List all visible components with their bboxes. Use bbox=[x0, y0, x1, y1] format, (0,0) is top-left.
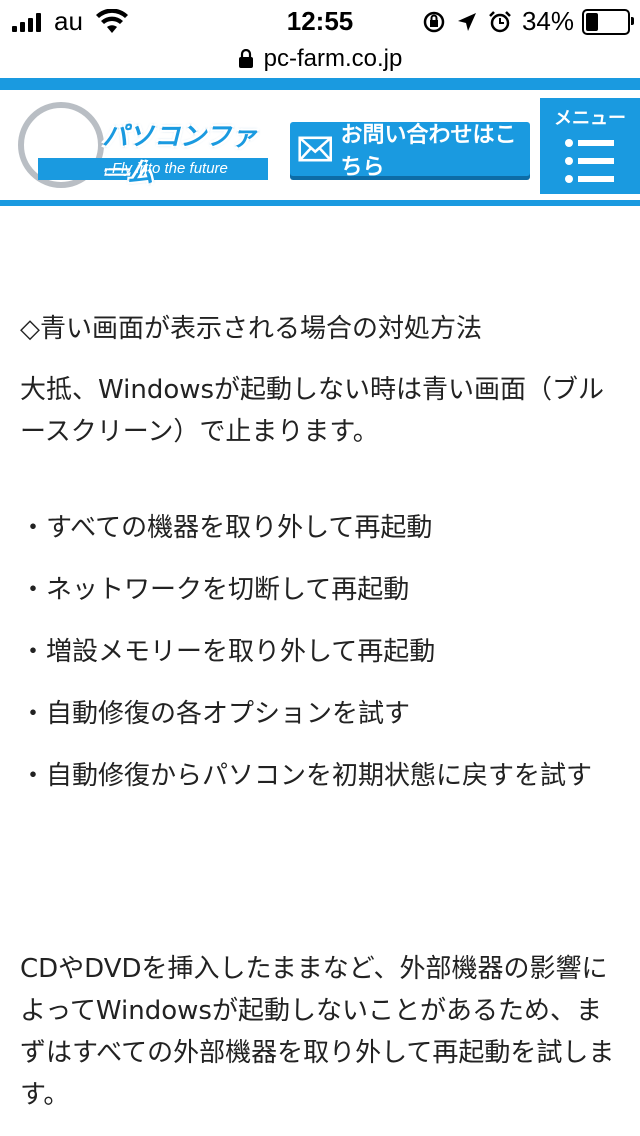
section-heading: ◇青い画面が表示される場合の対処方法 bbox=[20, 314, 482, 344]
hamburger-icon bbox=[565, 139, 614, 183]
alarm-icon bbox=[489, 10, 511, 32]
logo-tagline: Fly into the future bbox=[112, 160, 228, 177]
list-item: ・すべての機器を取り外して再起動 bbox=[20, 513, 433, 543]
contact-button[interactable]: お問い合わせはこちら bbox=[290, 122, 530, 180]
logo-title: パソコンファーム bbox=[102, 122, 258, 189]
list-item: ・自動修復からパソコンを初期状態に戻すを試す bbox=[20, 761, 593, 791]
site-header: パソコンファーム Fly into the future お問い合わせはこちら … bbox=[0, 90, 640, 206]
site-logo[interactable]: パソコンファーム Fly into the future bbox=[18, 102, 278, 189]
url-text: pc-farm.co.jp bbox=[263, 45, 403, 72]
status-bar: au 12:55 34% bbox=[0, 0, 640, 40]
menu-button[interactable]: メニュー bbox=[540, 98, 640, 194]
intro-paragraph: 大抵、Windowsが起動しない時は青い画面（ブルースクリーン）で止まります。 bbox=[20, 375, 605, 447]
contact-button-label: お問い合わせはこちら bbox=[340, 123, 517, 180]
location-arrow-icon bbox=[457, 12, 476, 31]
header-accent-strip bbox=[0, 78, 640, 90]
lock-icon bbox=[238, 49, 253, 68]
orientation-lock-icon bbox=[423, 11, 445, 32]
remedy-list: ・すべての機器を取り外して再起動 ・ネットワークを切断して再起動 ・増設メモリー… bbox=[20, 507, 620, 839]
outro-paragraph: CDやDVDを挿入したままなど、外部機器の影響によってWindowsが起動しない… bbox=[20, 954, 615, 1110]
battery-percent: 34% bbox=[521, 6, 574, 36]
menu-label: メニュー bbox=[554, 108, 626, 129]
list-item: ・自動修復の各オプションを試す bbox=[20, 699, 411, 729]
battery-icon bbox=[582, 8, 634, 35]
address-bar[interactable]: pc-farm.co.jp bbox=[0, 40, 640, 78]
list-item: ・ネットワークを切断して再起動 bbox=[20, 575, 410, 605]
list-item: ・増設メモリーを取り外して再起動 bbox=[20, 637, 436, 667]
mail-icon bbox=[298, 136, 333, 162]
